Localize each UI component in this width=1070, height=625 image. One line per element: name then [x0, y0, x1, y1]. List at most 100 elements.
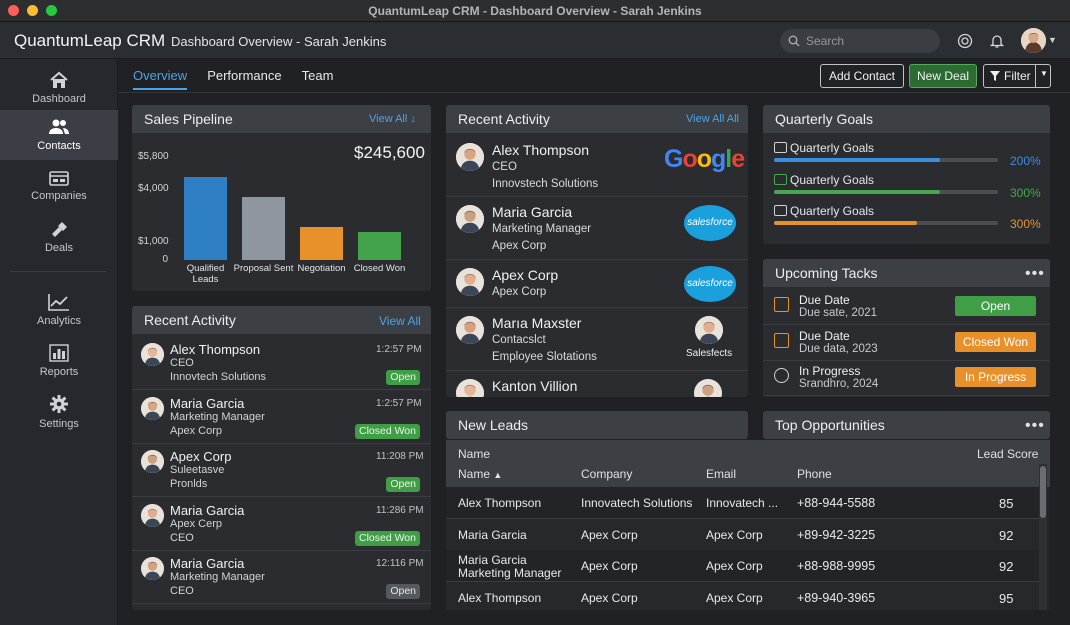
- new-leads-panel: New Leads: [446, 411, 748, 439]
- list-item[interactable]: Alex Thompson CEO Innovtech Solutions 1:2:5…: [132, 336, 431, 390]
- task-item[interactable]: Due Date Due data, 2023 Closed Won: [763, 325, 1050, 361]
- more-options-icon[interactable]: •••: [1025, 265, 1045, 283]
- table-row[interactable]: Alex Thompson Apex Corp Apex Corp +89-940-3…: [446, 581, 1039, 610]
- task-status-button[interactable]: In Progress: [955, 367, 1036, 387]
- task-item[interactable]: In Progress Srandhro, 2024 In Progress: [763, 360, 1050, 396]
- avatar: [456, 379, 484, 397]
- sidebar-item-dashboard[interactable]: Dashboard: [0, 63, 118, 113]
- company-logo-avatar: [695, 316, 723, 344]
- table-row[interactable]: Maria Garcia Marketing Manager Apex Corp Ap…: [446, 550, 1039, 582]
- list-item[interactable]: Alex Thompson CEO Innovstech Solutions Goog…: [446, 135, 748, 197]
- filter-button[interactable]: Filter ▼: [983, 64, 1051, 88]
- chart-bar[interactable]: [242, 196, 285, 260]
- activity-time: 12:116 PM: [376, 558, 424, 569]
- search-input[interactable]: [806, 34, 926, 48]
- tab-overview[interactable]: Overview: [133, 68, 188, 90]
- contact-company: Apex Corp: [170, 424, 222, 437]
- new-deal-button[interactable]: New Deal: [909, 64, 977, 88]
- list-item[interactable]: Maria Garcia Apex Cerp CEO 11:286 PM Closed …: [132, 497, 431, 551]
- sidebar-divider: [10, 271, 106, 272]
- contact-company: Apex Corp: [492, 240, 547, 252]
- chart-ytick-label: 0: [162, 254, 168, 265]
- chart-ytick-label: $5,800: [138, 151, 169, 162]
- task-item[interactable]: Due Date Due sate, 2021 Open: [763, 289, 1050, 325]
- sort-asc-icon: ▲: [493, 470, 503, 480]
- sidebar-item-label: Analytics: [36, 315, 82, 327]
- minimize-window-button[interactable]: [27, 5, 38, 16]
- list-item[interactable]: Kanton Villion: [446, 371, 748, 397]
- column-name[interactable]: Name ▲: [458, 467, 502, 481]
- main-tabs: Overview Performance Team: [133, 68, 353, 90]
- chevron-down-icon[interactable]: ▼: [1048, 35, 1057, 45]
- contact-name: Maria Garcia: [170, 395, 245, 411]
- cell-lead-score: 85: [999, 496, 1014, 511]
- money-icon: [774, 173, 787, 185]
- view-all-link[interactable]: View All All: [686, 113, 739, 125]
- chart-bar[interactable]: [184, 176, 227, 260]
- activity-time: 1:2:57 PM: [376, 397, 422, 409]
- chart-bar[interactable]: [300, 227, 343, 260]
- contact-title: Apex Corp: [492, 286, 547, 298]
- avatar: [456, 205, 484, 233]
- table-head-lead-score[interactable]: Lead Score: [977, 447, 1038, 461]
- list-item[interactable]: Marıa Maxster Contacslct Employee Slotatio…: [446, 308, 748, 371]
- avatar: [141, 503, 164, 527]
- help-icon[interactable]: [956, 32, 974, 50]
- sidebar-item-reports[interactable]: Reports: [0, 336, 118, 386]
- contact-company: Employee Slotations: [492, 351, 597, 363]
- activity-time: 11:208 PM: [376, 451, 424, 462]
- task-status-button[interactable]: Open: [955, 296, 1036, 316]
- search-box[interactable]: [780, 29, 940, 53]
- contact-company: Innovtech Solutions: [170, 371, 267, 383]
- list-item[interactable]: Maria Garcia Marketing Manager Apex Corp 1:…: [132, 390, 431, 444]
- cell-phone: +88-988-9995: [797, 559, 876, 573]
- contact-company: CEO: [170, 585, 194, 597]
- window-title: QuantumLeap CRM - Dashboard Overview - S…: [368, 3, 702, 18]
- task-status-button[interactable]: Closed Won: [955, 331, 1036, 352]
- close-window-button[interactable]: [8, 5, 19, 16]
- view-all-link[interactable]: View All: [379, 314, 421, 328]
- tab-performance[interactable]: Performance: [207, 68, 281, 90]
- maximize-window-button[interactable]: [46, 5, 57, 16]
- contact-name: Maria Garcia: [170, 556, 245, 571]
- contact-company: Pronlds: [170, 478, 208, 490]
- sidebar-item-companies[interactable]: Companies: [0, 161, 118, 211]
- column-email[interactable]: Email: [706, 467, 736, 481]
- contact-company: Innovstech Solutions: [492, 178, 599, 190]
- list-item[interactable]: Maria Garcia Marketing Manager Apex Corp sa…: [446, 197, 748, 260]
- list-item[interactable]: Apex Corp Suleetasve Pronlds 11:208 PM Open: [132, 443, 431, 497]
- table-row[interactable]: Alex Thompson Innovatech Solutions Innovat…: [446, 487, 1039, 519]
- chevron-down-icon[interactable]: ▼: [1040, 69, 1048, 78]
- chart-xtick-label: Negotiation: [297, 263, 346, 274]
- sidebar-item-settings[interactable]: Settings: [0, 387, 118, 437]
- more-options-icon[interactable]: •••: [1025, 417, 1045, 435]
- contact-title: Suleetasve: [170, 464, 225, 476]
- scrollbar-track[interactable]: [1039, 464, 1047, 610]
- cell-name: Maria Garcia: [458, 553, 527, 567]
- add-contact-button[interactable]: Add Contact: [820, 64, 904, 88]
- goal-progress-fill: [774, 158, 940, 162]
- tab-team[interactable]: Team: [302, 68, 334, 90]
- list-item[interactable]: Apex Corp Apex Corp salesforce: [446, 260, 748, 308]
- recent-activity-left-panel: Recent Activity View All Alex Thompson CE…: [132, 306, 431, 610]
- list-item[interactable]: Maria Garcia Marketing Manager CEO 12:116 P…: [132, 550, 431, 604]
- table-row[interactable]: Maria Garcia Apex Corp Apex Corp +89-942-32…: [446, 518, 1039, 551]
- scrollbar-thumb[interactable]: [1040, 466, 1046, 518]
- column-phone[interactable]: Phone: [797, 467, 832, 481]
- company-logo-label: Salesfects: [686, 348, 733, 359]
- status-badge: Closed Won: [354, 530, 420, 546]
- chart-icon: [774, 205, 787, 216]
- quarterly-goals-panel: Quarterly Goals Quarterly Goals 200% Quart…: [763, 105, 1050, 244]
- sidebar-item-analytics[interactable]: Analytics: [0, 285, 118, 335]
- bell-icon[interactable]: [988, 32, 1006, 50]
- sidebar-item-deals[interactable]: Deals: [0, 212, 118, 262]
- chart-bar[interactable]: [358, 232, 401, 260]
- user-avatar[interactable]: [1021, 28, 1046, 53]
- sidebar-item-contacts[interactable]: Contacts: [0, 110, 118, 160]
- sidebar-item-label: Dashboard: [32, 93, 86, 105]
- column-company[interactable]: Company: [581, 467, 632, 481]
- contact-title: Marketing Manager: [492, 223, 592, 235]
- clock-icon: [774, 368, 789, 383]
- contact-title: CEO: [492, 161, 517, 173]
- chart-ytick-label: $4,000: [138, 182, 169, 194]
